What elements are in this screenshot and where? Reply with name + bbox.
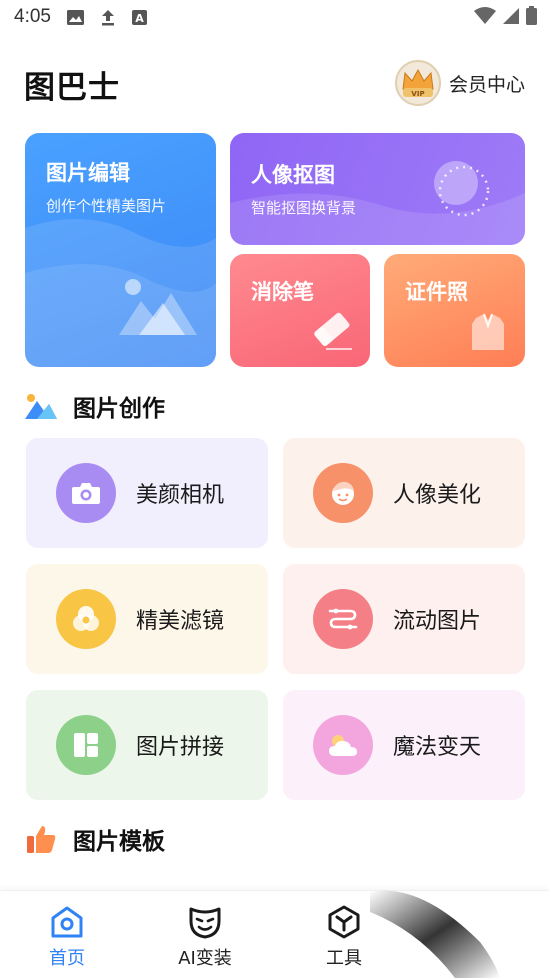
tool-collage[interactable]: 图片拼接 bbox=[26, 690, 268, 800]
portrait-cutout-title: 人像抠图 bbox=[251, 163, 335, 187]
camera-icon bbox=[56, 463, 116, 523]
wifi-icon bbox=[474, 6, 496, 29]
member-center-button[interactable]: VIP 会员中心 bbox=[394, 60, 525, 106]
svg-text:A: A bbox=[136, 12, 145, 25]
app-title: 图巴士 bbox=[24, 70, 120, 106]
section-header-creation: 图片创作 bbox=[25, 389, 165, 423]
tool-label: 图片拼接 bbox=[136, 735, 225, 760]
eraser-title: 消除笔 bbox=[251, 280, 314, 304]
signal-icon bbox=[502, 7, 520, 29]
filter-icon bbox=[56, 589, 116, 649]
landscape-icon bbox=[119, 279, 197, 335]
mountain-icon bbox=[25, 394, 57, 419]
tool-magic-sky[interactable]: 魔法变天 bbox=[283, 690, 525, 800]
tool-filters[interactable]: 精美滤镜 bbox=[26, 564, 268, 674]
nav-home[interactable]: 首页 bbox=[22, 905, 112, 970]
portrait-cutout-card[interactable]: 人像抠图 智能抠图换背景 bbox=[230, 133, 525, 245]
upload-icon bbox=[99, 8, 117, 26]
font-app-icon: A bbox=[131, 8, 149, 26]
section-title-templates: 图片模板 bbox=[73, 829, 165, 855]
eraser-card[interactable]: 消除笔 bbox=[230, 254, 370, 367]
tool-label: 美颜相机 bbox=[136, 483, 225, 508]
thumbs-up-icon bbox=[27, 826, 56, 853]
weather-icon bbox=[313, 715, 373, 775]
vip-crown-icon: VIP bbox=[394, 60, 441, 106]
nav-label-home: 首页 bbox=[49, 948, 85, 969]
tool-label: 流动图片 bbox=[393, 609, 482, 634]
tool-label: 人像美化 bbox=[393, 483, 482, 508]
cube-icon bbox=[328, 905, 360, 939]
cutout-circle-icon bbox=[434, 161, 490, 217]
id-photo-title: 证件照 bbox=[405, 280, 468, 304]
mask-icon bbox=[189, 907, 221, 939]
home-icon bbox=[51, 906, 83, 938]
shirt-icon bbox=[472, 313, 504, 350]
collage-icon bbox=[56, 715, 116, 775]
tool-flowing-image[interactable]: 流动图片 bbox=[283, 564, 525, 674]
status-bar: 4:05 A bbox=[0, 0, 549, 34]
section-title-creation: 图片创作 bbox=[73, 396, 165, 422]
photo-edit-title: 图片编辑 bbox=[46, 161, 130, 185]
battery-icon bbox=[526, 6, 537, 29]
section-header-templates: 图片模板 bbox=[25, 822, 165, 856]
tool-label: 魔法变天 bbox=[393, 735, 482, 760]
face-icon bbox=[313, 463, 373, 523]
nav-tools[interactable]: 工具 bbox=[299, 905, 389, 970]
bottom-nav: 首页 AI变装 工具 bbox=[0, 890, 549, 980]
photo-edit-card[interactable]: 图片编辑 创作个性精美图片 bbox=[25, 133, 216, 367]
status-time: 4:05 bbox=[14, 6, 51, 27]
member-center-label: 会员中心 bbox=[448, 73, 525, 96]
tool-beauty-camera[interactable]: 美颜相机 bbox=[26, 438, 268, 548]
id-photo-card[interactable]: 证件照 bbox=[384, 254, 525, 367]
nav-label-ai-dressup: AI变装 bbox=[178, 948, 232, 969]
tool-label: 精美滤镜 bbox=[136, 609, 225, 634]
nav-ai-dressup[interactable]: AI变装 bbox=[160, 905, 250, 970]
portrait-cutout-subtitle: 智能抠图换背景 bbox=[251, 199, 357, 217]
photo-edit-subtitle: 创作个性精美图片 bbox=[46, 197, 167, 215]
tool-portrait-beautify[interactable]: 人像美化 bbox=[283, 438, 525, 548]
nav-label-tools: 工具 bbox=[326, 948, 362, 969]
eraser-icon bbox=[314, 312, 352, 350]
flow-icon bbox=[313, 589, 373, 649]
image-notification-icon bbox=[67, 8, 85, 26]
vip-badge-text: VIP bbox=[411, 90, 424, 98]
